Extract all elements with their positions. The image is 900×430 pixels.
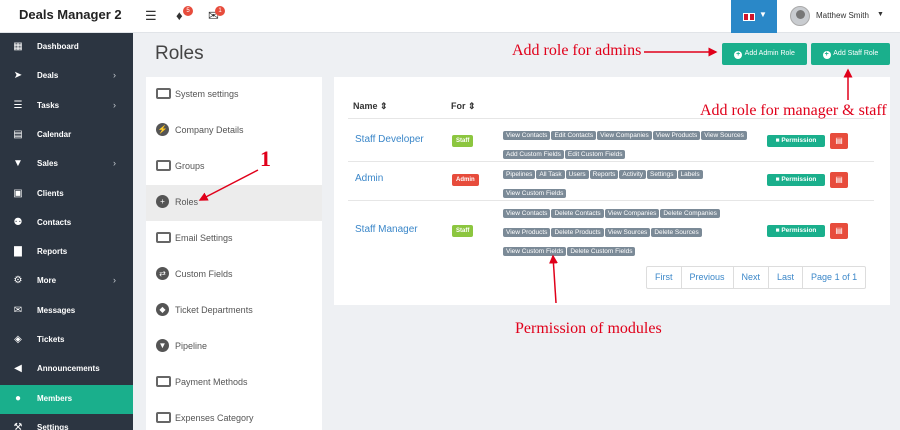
annotation-permission-note: Permission of modules — [515, 320, 662, 337]
annotation-arrows — [198, 47, 853, 304]
arrow-to-roles — [198, 169, 259, 201]
annotation-number-marker: 1 — [260, 146, 271, 171]
annotation-admin-note: Add role for admins — [512, 42, 642, 59]
annotation-staff-note: Add role for manager & staff — [700, 102, 887, 119]
arrow-to-permissions — [548, 254, 558, 304]
